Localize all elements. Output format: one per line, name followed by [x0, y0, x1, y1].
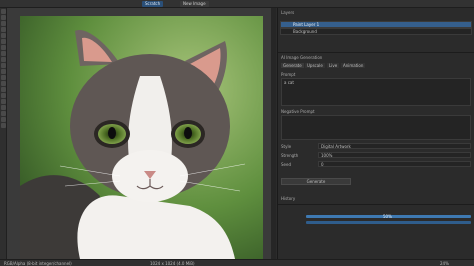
tab-live[interactable]: Live — [327, 63, 340, 68]
tool-icon[interactable] — [1, 9, 6, 14]
tool-icon[interactable] — [1, 87, 6, 92]
tool-icon[interactable] — [1, 45, 6, 50]
layer-name: Background — [293, 29, 317, 34]
tool-icon[interactable] — [1, 99, 6, 104]
field-label-strength: Strength — [281, 153, 299, 158]
status-image-size: 1024 x 1024 (4.0 MiB) — [150, 261, 195, 266]
tab-generate[interactable]: Generate — [281, 63, 304, 68]
settings-header: AI Image Generation — [281, 55, 323, 60]
tool-icon[interactable] — [1, 111, 6, 116]
tool-icon[interactable] — [1, 27, 6, 32]
negative-textarea[interactable] — [281, 115, 471, 140]
tool-icon[interactable] — [1, 51, 6, 56]
layer-name: Paint Layer 1 — [293, 22, 320, 27]
tool-icon[interactable] — [1, 21, 6, 26]
tool-icon[interactable] — [1, 33, 6, 38]
field-label-style: Style — [281, 144, 292, 149]
tool-icon[interactable] — [1, 69, 6, 74]
divider — [278, 204, 474, 205]
status-color-model: RGB/Alpha (8-bit integer/channel) — [4, 261, 72, 266]
history-label: History — [281, 196, 296, 201]
style-select[interactable]: Digital Artwork — [318, 143, 471, 149]
tool-icon[interactable] — [1, 81, 6, 86]
slider-value: 50% — [383, 214, 392, 219]
strength-input[interactable]: 100% — [318, 152, 471, 158]
tool-icon[interactable] — [1, 57, 6, 62]
tool-icon[interactable] — [1, 15, 6, 20]
layers-header: Layers — [281, 10, 295, 15]
title-bar: Scratch New Image — [0, 0, 474, 8]
divider — [278, 52, 474, 53]
slider-track-2[interactable] — [306, 221, 471, 224]
tab-upscale[interactable]: Upscale — [305, 63, 325, 68]
negative-label: Negative Prompt — [281, 109, 315, 114]
tool-icon[interactable] — [1, 117, 6, 122]
settings-tabs: Generate Upscale Live Animation — [281, 63, 471, 69]
layer-row-paint-layer-1[interactable]: Paint Layer 1 — [280, 21, 472, 28]
tab-scratch[interactable]: Scratch — [142, 1, 164, 7]
layer-row-background[interactable]: Background — [280, 28, 472, 35]
tool-icon[interactable] — [1, 63, 6, 68]
tool-icon[interactable] — [1, 93, 6, 98]
prompt-text: a cat — [284, 80, 294, 85]
generate-button[interactable]: Generate — [281, 178, 351, 185]
status-zoom[interactable]: 24% — [440, 261, 449, 266]
tool-icon[interactable] — [1, 75, 6, 80]
tab-animation[interactable]: Animation — [341, 63, 366, 68]
field-label-seed: Seed — [281, 162, 291, 167]
docker-panel: Layers Paint Layer 1 Background AI Image… — [277, 8, 474, 259]
tab-new-image[interactable]: New Image — [180, 1, 209, 7]
tool-icon[interactable] — [1, 39, 6, 44]
canvas-scrollbar[interactable] — [271, 8, 276, 259]
tool-icon[interactable] — [1, 123, 6, 128]
seed-input[interactable]: 0 — [318, 161, 471, 167]
tool-icon[interactable] — [1, 105, 6, 110]
status-bar: RGB/Alpha (8-bit integer/channel) 1024 x… — [0, 259, 474, 266]
prompt-textarea[interactable]: a cat — [281, 78, 471, 106]
cat-image — [20, 16, 263, 259]
canvas-image-cat[interactable] — [20, 16, 263, 259]
toolbox — [0, 8, 7, 259]
prompt-label: Prompt — [281, 72, 296, 77]
